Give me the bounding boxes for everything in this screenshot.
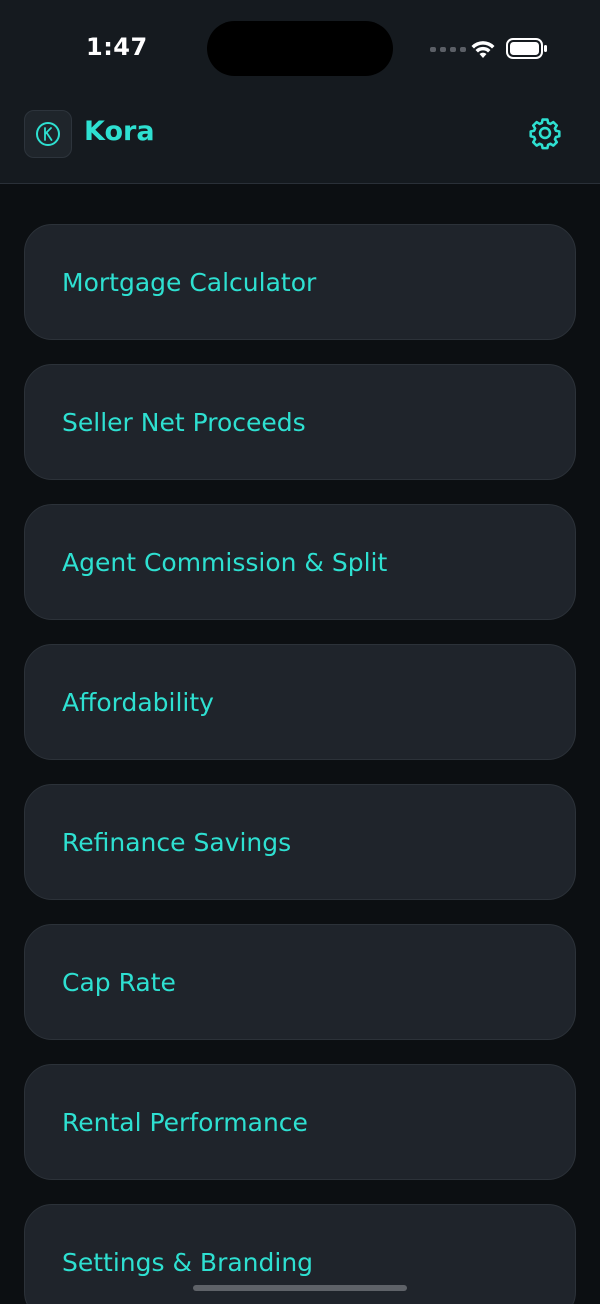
menu-item-label: Cap Rate	[62, 967, 176, 997]
menu-item-label: Agent Commission & Split	[62, 547, 388, 577]
top-bar: 1:47 Kora	[0, 0, 600, 184]
kora-k-logo-icon	[36, 122, 60, 146]
calculator-list: Mortgage Calculator Seller Net Proceeds …	[24, 224, 576, 1304]
gear-icon[interactable]	[528, 116, 562, 150]
home-indicator[interactable]	[193, 1285, 407, 1291]
cellular-signal-icon	[430, 47, 466, 52]
menu-item-seller-net-proceeds[interactable]: Seller Net Proceeds	[24, 364, 576, 480]
menu-item-label: Affordability	[62, 687, 214, 717]
menu-item-affordability[interactable]: Affordability	[24, 644, 576, 760]
menu-item-agent-commission-split[interactable]: Agent Commission & Split	[24, 504, 576, 620]
menu-item-label: Mortgage Calculator	[62, 267, 317, 297]
menu-item-refinance-savings[interactable]: Refinance Savings	[24, 784, 576, 900]
menu-item-label: Rental Performance	[62, 1107, 308, 1137]
status-time: 1:47	[86, 33, 148, 61]
menu-item-rental-performance[interactable]: Rental Performance	[24, 1064, 576, 1180]
app-title: Kora	[84, 116, 155, 147]
menu-item-label: Settings & Branding	[62, 1247, 314, 1277]
wifi-icon	[471, 41, 495, 58]
app-screen: 1:47 Kora Mortgage Calculator Seller Net…	[0, 0, 600, 1304]
battery-icon	[506, 38, 547, 59]
menu-item-label: Seller Net Proceeds	[62, 407, 306, 437]
menu-item-mortgage-calculator[interactable]: Mortgage Calculator	[24, 224, 576, 340]
menu-item-cap-rate[interactable]: Cap Rate	[24, 924, 576, 1040]
kora-logo	[24, 110, 72, 158]
dynamic-island	[207, 21, 393, 76]
menu-item-label: Refinance Savings	[62, 827, 292, 857]
